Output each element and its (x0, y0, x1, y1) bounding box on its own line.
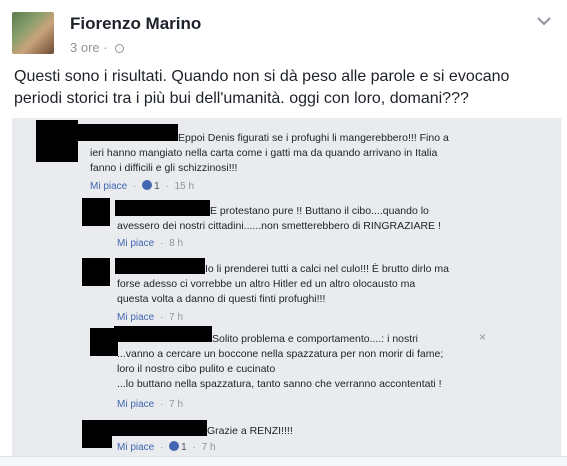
comment-line: Grazie a RENZI!!!! (207, 425, 293, 437)
like-count: 1 (181, 442, 187, 453)
comment-meta: Mi piace · 1 · 7 h (117, 441, 216, 453)
comment-text: Io li prenderei tutti a calci nel culo!!… (117, 262, 449, 307)
comment-line: forse adesso ci vorrebbe un altro Hitler… (117, 278, 416, 290)
comment-time[interactable]: 7 h (202, 442, 216, 453)
close-icon[interactable]: × (479, 330, 486, 344)
comment-text: Solito problema e comportamento....: i n… (117, 332, 443, 392)
comment-line: fanno i difficili e gli schizzinosi!!! (90, 162, 238, 174)
comment-line: E protestano pure !! Buttano il cibo....… (210, 205, 429, 217)
like-link[interactable]: Mi piace (117, 238, 154, 249)
comment-line: ...lo buttano nella spazzatura, tanto sa… (117, 378, 442, 390)
like-count: 1 (154, 181, 160, 192)
like-link[interactable]: Mi piace (90, 181, 127, 192)
comment-line: avessero dei nostri cittadini......non s… (117, 220, 441, 232)
meta-separator: · (103, 40, 108, 55)
comment-line: loro il nostro cibo pulito e cucinato (117, 363, 276, 375)
comment-meta: Mi piace · 7 h (117, 399, 184, 410)
comment-line: Eppoi Denis figurati se i profughi li ma… (178, 132, 449, 144)
comment-meta: Mi piace · 7 h (117, 312, 184, 323)
redacted-avatar (82, 420, 112, 448)
chevron-down-icon (537, 17, 551, 26)
redacted-avatar (82, 258, 110, 286)
comment-time[interactable]: 7 h (169, 399, 183, 410)
post-options-button[interactable] (531, 10, 557, 32)
like-thumb-icon (169, 441, 180, 451)
like-link[interactable]: Mi piace (117, 399, 154, 410)
like-thumb-icon (142, 180, 153, 190)
post-text-line: periodi storici tra i più bui dell'umani… (14, 90, 469, 107)
comment-time[interactable]: 7 h (169, 312, 183, 323)
comment-text: Eppoi Denis figurati se i profughi li ma… (90, 131, 449, 176)
post-text: Questi sono i risultati. Quando non si d… (14, 66, 554, 110)
like-link[interactable]: Mi piace (117, 442, 154, 453)
comment-line: ...vanno a cercare un boccone nella spaz… (117, 348, 444, 360)
comment-line: ieri hanno mangiato nella carta come i g… (90, 147, 438, 159)
redacted-avatar (36, 120, 78, 162)
redacted-name (112, 420, 207, 436)
comment-text: Grazie a RENZI!!!! (207, 424, 293, 439)
comment-line: Io li prenderei tutti a calci nel culo!!… (205, 263, 449, 275)
like-link[interactable]: Mi piace (117, 312, 154, 323)
post-author-name[interactable]: Fiorenzo Marino (70, 14, 201, 34)
comment-meta: Mi piace · 8 h (117, 238, 184, 249)
post-text-line: Questi sono i risultati. Quando non si d… (14, 68, 510, 85)
globe-icon (115, 44, 125, 53)
redacted-avatar (82, 198, 110, 226)
comment-line: Solito problema e comportamento....: i n… (212, 333, 419, 345)
author-avatar[interactable] (12, 12, 54, 54)
comment-text: E protestano pure !! Buttano il cibo....… (117, 204, 441, 234)
post-timestamp[interactable]: 3 ore (70, 40, 100, 55)
embedded-screenshot: Eppoi Denis figurati se i profughi li ma… (12, 118, 561, 465)
comment-line: questa volta a danno di questi finti pro… (117, 293, 326, 305)
comment-time[interactable]: 8 h (169, 238, 183, 249)
post-meta: 3 ore · (70, 40, 125, 55)
comment-time[interactable]: 15 h (175, 181, 194, 192)
comment-meta: Mi piace · 1 · 15 h (90, 180, 195, 192)
